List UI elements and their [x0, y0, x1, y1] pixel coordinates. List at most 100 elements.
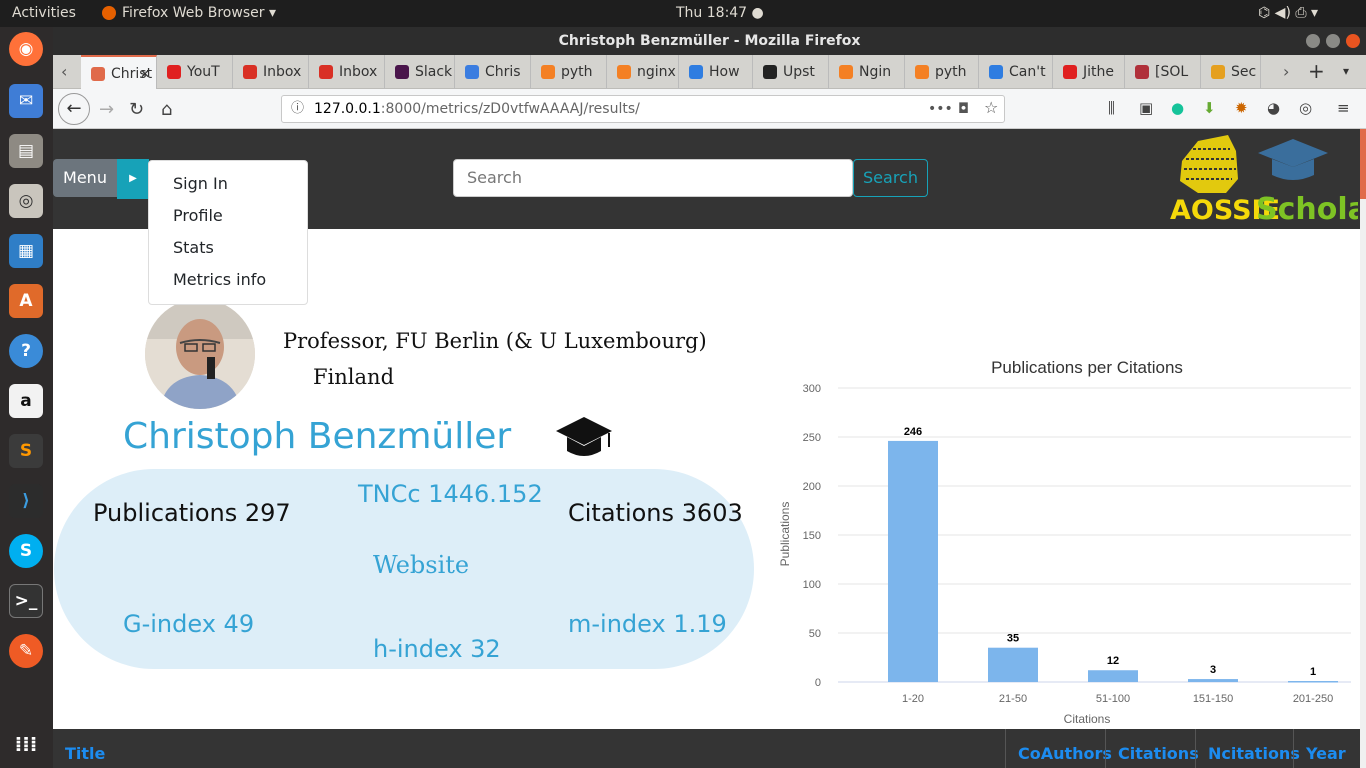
maximize-button[interactable] — [1326, 34, 1340, 48]
tab-list-icon[interactable]: ▾ — [1343, 64, 1349, 78]
x-tick-label: 151-150 — [1193, 693, 1233, 705]
tab-label: Chris — [485, 64, 521, 80]
menu-button[interactable]: Menu — [53, 159, 117, 197]
website-link[interactable]: Website — [373, 551, 469, 579]
scrollbar-thumb[interactable] — [1360, 129, 1366, 199]
tab-14[interactable]: Jithe — [1053, 55, 1125, 89]
tab-scroll-left-icon[interactable]: ‹ — [61, 62, 67, 81]
minimize-button[interactable] — [1306, 34, 1320, 48]
tab-6[interactable]: Chris — [455, 55, 531, 89]
close-tab-icon[interactable]: ✕ — [140, 57, 150, 89]
window-title: Christoph Benzmüller - Mozilla Firefox — [53, 27, 1366, 55]
skype-icon[interactable]: S — [9, 534, 43, 568]
affiliation: Professor, FU Berlin (& U Luxembourg) — [283, 329, 707, 353]
search-input[interactable]: Search — [453, 159, 853, 197]
x-tick-label: 1-20 — [902, 693, 924, 705]
tab-9[interactable]: How — [679, 55, 753, 89]
forward-icon[interactable]: → — [99, 99, 114, 120]
library-icon[interactable]: ⫼ — [1108, 99, 1115, 117]
url-bar[interactable]: ⓘ 127.0.0.1:8000/metrics/zD0vtfwAAAAJ/re… — [281, 95, 1005, 123]
tab-13[interactable]: Can't — [979, 55, 1053, 89]
new-tab-icon[interactable]: + — [1308, 59, 1325, 83]
column-header-title[interactable]: Title — [53, 729, 1005, 768]
page-actions-icon[interactable]: ••• — [928, 96, 953, 122]
tab-label: Can't — [1009, 64, 1046, 80]
reload-icon[interactable]: ↻ — [129, 99, 144, 120]
bar-1-20[interactable] — [888, 440, 938, 682]
help-icon[interactable]: ? — [9, 334, 43, 368]
system-top-bar: Activities Firefox Web Browser ▾ Thu 18:… — [0, 0, 1366, 27]
home-icon[interactable]: ⌂ — [161, 99, 172, 120]
column-header-coauthors[interactable]: CoAuthors — [1005, 729, 1112, 768]
software-center-icon[interactable]: A — [9, 284, 43, 318]
terminal-icon[interactable]: >_ — [9, 584, 43, 618]
tab-favicon-icon — [1211, 65, 1225, 79]
tab-1[interactable]: Christ ✕ — [81, 55, 157, 89]
y-tick-label: 150 — [803, 530, 821, 542]
amazon-icon[interactable]: a — [9, 384, 43, 418]
clock[interactable]: Thu 18:47 ● — [676, 5, 764, 21]
sync-icon[interactable]: ◎ — [1299, 99, 1312, 117]
tab-8[interactable]: nginx — [607, 55, 679, 89]
grammarly-icon[interactable]: ● — [1171, 99, 1184, 117]
thunderbird-icon[interactable]: ✉ — [9, 84, 43, 118]
sidebar-icon[interactable]: ▣ — [1139, 99, 1153, 117]
tab-15[interactable]: [SOL — [1125, 55, 1201, 89]
tab-label: Inbox — [339, 64, 378, 80]
firefox-icon[interactable]: ◉ — [9, 32, 43, 66]
m-index: m-index 1.19 — [568, 610, 727, 638]
sublime-text-icon[interactable]: S — [9, 434, 43, 468]
close-window-button[interactable] — [1346, 34, 1360, 48]
y-tick-label: 200 — [803, 481, 821, 493]
column-header-ncitations[interactable]: Ncitations — [1195, 729, 1300, 768]
tab-7[interactable]: pyth — [531, 55, 607, 89]
bookmark-star-icon[interactable]: ☆ — [984, 95, 998, 121]
pocket-icon[interactable]: ◘ — [958, 96, 969, 122]
show-apps-icon[interactable]: ⁞⁞⁞ — [9, 727, 43, 761]
activities-button[interactable]: Activities — [12, 5, 76, 21]
site-info-icon[interactable]: ⓘ — [291, 96, 304, 122]
back-icon[interactable]: ← — [58, 93, 90, 125]
account-icon[interactable]: ◕ — [1267, 99, 1280, 117]
tab-3[interactable]: Inbox — [233, 55, 309, 89]
column-header-citations[interactable]: Citations — [1105, 729, 1199, 768]
postman-icon[interactable]: ✎ — [9, 634, 43, 668]
graduation-cap-icon[interactable] — [553, 413, 615, 463]
tab-10[interactable]: Upst — [753, 55, 829, 89]
menu-item-sign-in[interactable]: Sign In — [149, 173, 307, 205]
y-tick-label: 100 — [803, 579, 821, 591]
bar-21-50[interactable] — [988, 647, 1038, 682]
h-index: h-index 32 — [373, 635, 501, 663]
tab-favicon-icon — [395, 65, 409, 79]
menu-caret-icon[interactable]: ▶ — [117, 159, 149, 199]
menu-item-stats[interactable]: Stats — [149, 237, 307, 269]
bar-51-100[interactable] — [1088, 670, 1138, 682]
menu-item-metrics-info[interactable]: Metrics info — [149, 269, 307, 301]
g-index: G-index 49 — [123, 610, 255, 638]
tab-16[interactable]: Sec — [1201, 55, 1261, 89]
hamburger-menu-icon[interactable]: ≡ — [1337, 99, 1350, 117]
download-extension-icon[interactable]: ⬇ — [1203, 99, 1216, 117]
search-button[interactable]: Search — [853, 159, 928, 197]
tab-scroll-right-icon[interactable]: › — [1283, 62, 1289, 81]
tab-4[interactable]: Inbox — [309, 55, 385, 89]
extension-icon[interactable]: ✹ — [1235, 99, 1248, 117]
writer-icon[interactable]: ▦ — [9, 234, 43, 268]
rhythmbox-icon[interactable]: ◎ — [9, 184, 43, 218]
country: Finland — [313, 365, 395, 389]
bar-201-250[interactable] — [1288, 681, 1338, 683]
tab-12[interactable]: pyth — [905, 55, 979, 89]
tab-5[interactable]: Slack — [385, 55, 455, 89]
tab-2[interactable]: YouT — [157, 55, 233, 89]
system-indicators[interactable]: ⌬ ◀) ⎙ ▾ — [1258, 5, 1318, 21]
app-menu[interactable]: Firefox Web Browser ▾ — [122, 5, 276, 21]
column-header-year[interactable]: Year — [1293, 729, 1366, 768]
page-scrollbar[interactable] — [1360, 129, 1366, 768]
files-icon[interactable]: ▤ — [9, 134, 43, 168]
tab-label: Upst — [783, 64, 815, 80]
menu-item-profile[interactable]: Profile — [149, 205, 307, 237]
vscode-icon[interactable]: ⟩ — [9, 484, 43, 518]
x-tick-label: 201-250 — [1293, 693, 1333, 705]
tab-11[interactable]: Ngin — [829, 55, 905, 89]
bar-151-150[interactable] — [1188, 679, 1238, 682]
